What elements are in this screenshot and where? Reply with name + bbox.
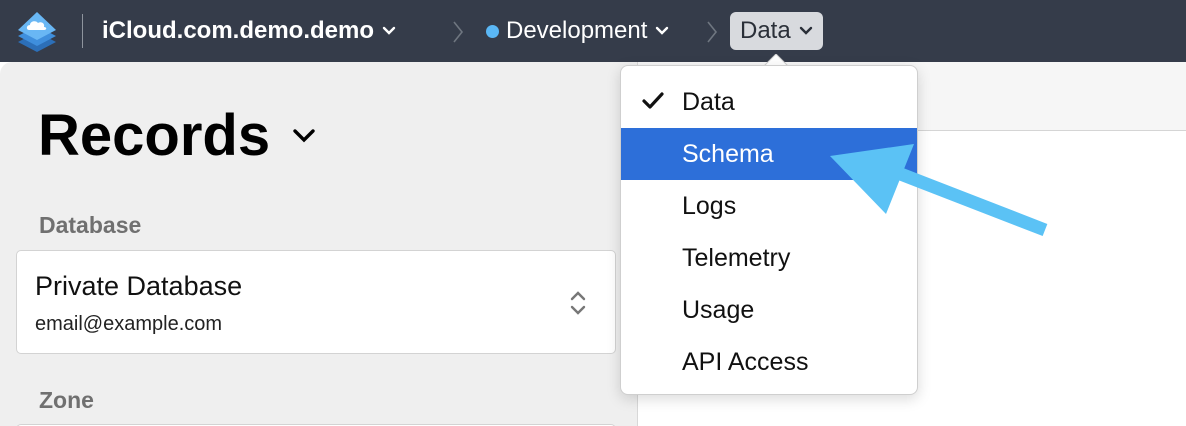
menu-item-label: Usage <box>682 295 755 324</box>
database-select[interactable]: Private Database email@example.com <box>16 250 616 354</box>
menu-item-label: Schema <box>682 139 774 168</box>
annotation-arrow-icon <box>830 144 1048 237</box>
environment-name: Development <box>506 17 648 44</box>
environment-status-dot <box>486 24 499 38</box>
menu-item-api-access[interactable]: API Access <box>621 336 917 388</box>
database-label: Database <box>39 212 142 238</box>
container-selector[interactable]: iCloud.com.demo.demo <box>102 16 396 46</box>
page-title: Records <box>38 103 271 168</box>
menu-item-label: Logs <box>682 191 737 220</box>
top-bar: iCloud.com.demo.demo Development Data <box>0 0 1186 62</box>
container-name: iCloud.com.demo.demo <box>102 17 375 44</box>
menu-item-data[interactable]: Data <box>621 76 917 128</box>
database-name: Private Database <box>35 271 243 301</box>
chevron-down-icon <box>382 26 396 36</box>
cloudkit-app-icon[interactable] <box>12 8 62 58</box>
database-account: email@example.com <box>35 313 223 335</box>
menu-item-label: API Access <box>682 347 809 376</box>
chevron-right-icon <box>707 21 718 43</box>
chevron-down-icon <box>293 128 315 142</box>
menu-item-label: Telemetry <box>682 243 791 272</box>
chevron-down-icon <box>799 26 813 36</box>
environment-selector[interactable]: Development <box>486 16 669 46</box>
chevron-down-icon <box>655 26 669 36</box>
chevron-right-icon <box>453 21 464 43</box>
checkmark-icon <box>642 92 664 109</box>
zone-label: Zone <box>39 387 94 413</box>
content-header-divider <box>916 130 1186 131</box>
section-selector[interactable]: Data <box>730 12 823 50</box>
menu-item-usage[interactable]: Usage <box>621 284 917 336</box>
records-sidebar: Records Database Private Database email@… <box>0 62 638 426</box>
up-down-chevron-icon <box>570 291 586 315</box>
menu-item-label: Data <box>682 87 735 116</box>
topbar-divider <box>82 14 83 48</box>
records-title-menu[interactable]: Records <box>38 102 316 169</box>
section-name: Data <box>740 17 791 44</box>
